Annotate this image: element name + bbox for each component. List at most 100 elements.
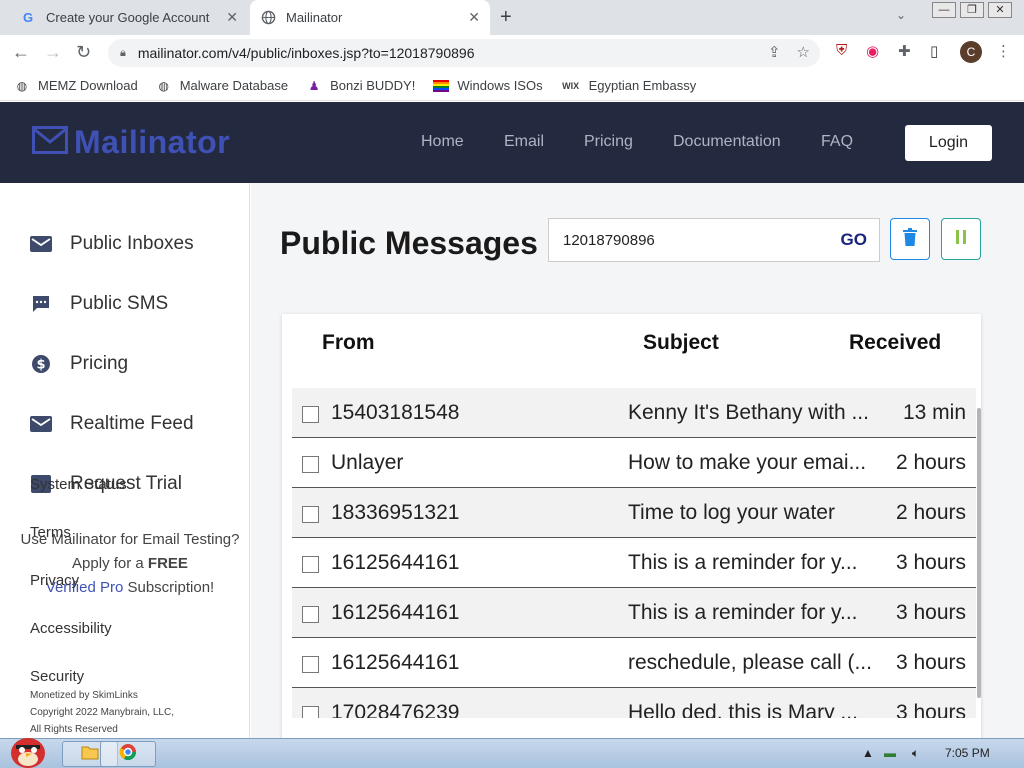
tab-mailinator[interactable]: Mailinator ✕ xyxy=(250,0,490,35)
go-button[interactable]: GO xyxy=(841,230,867,250)
url-bar[interactable]: 🔒︎ mailinator.com/v4/public/inboxes.jsp?… xyxy=(108,39,820,67)
row-from: 16125644161 xyxy=(331,601,460,624)
sidebar-item-realtime-feed[interactable]: Realtime Feed xyxy=(30,409,194,439)
table-row[interactable]: Unlayer How to make your emai... 2 hours xyxy=(292,438,976,488)
row-checkbox[interactable] xyxy=(302,406,319,423)
tab-title: Create your Google Account xyxy=(46,10,210,25)
window-controls: — ❐ ✕ xyxy=(928,2,1012,18)
bookmark-egyptian-embassy[interactable]: WIX Egyptian Embassy xyxy=(561,78,696,94)
minimize-icon[interactable]: — xyxy=(932,2,956,18)
google-g-icon: G xyxy=(22,10,34,25)
bookmark-bonzi[interactable]: ♟ Bonzi BUDDY! xyxy=(306,78,416,94)
share-icon[interactable]: ⇪ xyxy=(768,43,781,61)
mail-icon xyxy=(30,413,52,435)
table-row[interactable]: 16125644161 This is a reminder for y... … xyxy=(292,588,976,638)
volume-icon[interactable]: 🔈︎ xyxy=(912,746,919,761)
start-button-bird-icon[interactable] xyxy=(6,733,50,768)
row-received: 2 hours xyxy=(895,501,966,524)
login-button[interactable]: Login xyxy=(905,125,992,161)
row-checkbox[interactable] xyxy=(302,506,319,523)
shield-extension-icon[interactable]: ⛨ xyxy=(836,42,847,59)
row-from: 18336951321 xyxy=(331,501,460,524)
close-window-icon[interactable]: ✕ xyxy=(988,2,1012,18)
close-tab-icon[interactable]: ✕ xyxy=(468,9,480,26)
table-row[interactable]: 16125644161 This is a reminder for y... … xyxy=(292,538,976,588)
browser-tab-bar: G Create your Google Account ✕ Mailinato… xyxy=(0,0,1024,35)
kebab-menu-icon[interactable]: ⋮ xyxy=(996,42,1011,60)
inbox-search-input[interactable] xyxy=(549,231,819,249)
clock[interactable]: 7:05 PM xyxy=(945,746,990,760)
row-subject: Time to log your water xyxy=(628,501,835,524)
reload-icon[interactable]: ↻ xyxy=(76,42,91,63)
sms-icon xyxy=(30,293,52,315)
column-received[interactable]: Received xyxy=(849,331,941,355)
row-checkbox[interactable] xyxy=(302,706,319,718)
row-checkbox[interactable] xyxy=(302,606,319,623)
nav-email[interactable]: Email xyxy=(504,133,544,151)
restore-icon[interactable]: ❐ xyxy=(960,2,984,18)
footer-link-accessibility[interactable]: Accessibility xyxy=(30,620,112,637)
chrome-icon xyxy=(119,743,137,766)
tab-google-account[interactable]: G Create your Google Account ✕ xyxy=(8,0,248,35)
battery-icon[interactable]: ▬ xyxy=(884,746,896,760)
pause-button[interactable] xyxy=(941,218,981,260)
site-header: Mailinator Home Email Pricing Documentat… xyxy=(0,102,1024,183)
footer-link-terms[interactable]: Terms xyxy=(30,524,71,541)
row-from: 16125644161 xyxy=(331,651,460,674)
globe-icon: ◍ xyxy=(16,78,28,93)
footer-link-privacy[interactable]: Privacy xyxy=(30,572,79,589)
table-row[interactable]: 18336951321 Time to log your water 2 hou… xyxy=(292,488,976,538)
profile-avatar[interactable]: C xyxy=(960,41,982,63)
footer-link-system-status[interactable]: System Status xyxy=(30,476,127,493)
taskbar-chrome[interactable] xyxy=(100,741,156,767)
extension-icon[interactable]: ◉ xyxy=(866,42,879,60)
bookmark-memz[interactable]: ◍ MEMZ Download xyxy=(14,78,138,94)
bookmark-malware-db[interactable]: ◍ Malware Database xyxy=(156,78,288,94)
column-from[interactable]: From xyxy=(322,331,375,355)
row-received: 3 hours xyxy=(895,651,966,674)
row-received: 3 hours xyxy=(895,601,966,624)
nav-documentation[interactable]: Documentation xyxy=(673,133,781,151)
row-received: 3 hours xyxy=(895,701,966,718)
row-from: Unlayer xyxy=(331,451,404,474)
delete-button[interactable] xyxy=(890,218,930,260)
sidebar-item-pricing[interactable]: $ Pricing xyxy=(30,349,128,379)
row-received: 2 hours xyxy=(895,451,966,474)
os-taskbar: ▲ ▬ 🔈︎ 7:05 PM xyxy=(0,738,1024,768)
column-subject[interactable]: Subject xyxy=(643,331,719,355)
puzzle-extensions-icon[interactable]: ✚ xyxy=(898,42,911,60)
table-row[interactable]: 15403181548 Kenny It's Bethany with ... … xyxy=(292,388,976,438)
bookmarks-bar: ◍ MEMZ Download ◍ Malware Database ♟ Bon… xyxy=(0,71,1024,101)
sidebar: Public Inboxes Public SMS $ Pricing Real… xyxy=(0,183,250,738)
wix-icon: WIX xyxy=(562,80,580,91)
nav-home[interactable]: Home xyxy=(421,133,464,151)
sidebar-item-public-inboxes[interactable]: Public Inboxes xyxy=(30,229,194,259)
side-panel-icon[interactable]: ▯ xyxy=(930,42,938,60)
table-scrollbar[interactable] xyxy=(977,408,981,698)
row-checkbox[interactable] xyxy=(302,456,319,473)
back-arrow-icon[interactable]: ← xyxy=(12,42,30,63)
logo-text: Mailinator xyxy=(74,124,231,160)
footer-link-security[interactable]: Security xyxy=(30,668,84,685)
nav-faq[interactable]: FAQ xyxy=(821,133,853,151)
row-subject: How to make your emai... xyxy=(628,451,867,474)
mailinator-logo[interactable]: Mailinator xyxy=(32,124,230,161)
row-checkbox[interactable] xyxy=(302,656,319,673)
tab-search-chevron-icon[interactable]: ⌄ xyxy=(896,8,906,22)
table-body: 15403181548 Kenny It's Bethany with ... … xyxy=(292,388,976,718)
sidebar-item-public-sms[interactable]: Public SMS xyxy=(30,289,168,319)
tray-expand-icon[interactable]: ▲ xyxy=(862,746,874,760)
bookmark-windows-isos[interactable]: Windows ISOs xyxy=(433,78,543,94)
row-from: 16125644161 xyxy=(331,551,460,574)
table-row[interactable]: 16125644161 reschedule, please call (...… xyxy=(292,638,976,688)
globe-icon xyxy=(260,10,276,26)
forward-arrow-icon[interactable]: → xyxy=(44,42,62,63)
bookmark-star-icon[interactable]: ☆ xyxy=(797,43,810,61)
globe-icon: ◍ xyxy=(158,78,169,93)
row-from: 17028476239 xyxy=(331,701,460,718)
new-tab-icon[interactable]: + xyxy=(500,6,512,29)
close-tab-icon[interactable]: ✕ xyxy=(226,9,238,26)
table-row[interactable]: 17028476239 Hello ded, this is Mary ... … xyxy=(292,688,976,718)
row-checkbox[interactable] xyxy=(302,556,319,573)
nav-pricing[interactable]: Pricing xyxy=(584,133,633,151)
